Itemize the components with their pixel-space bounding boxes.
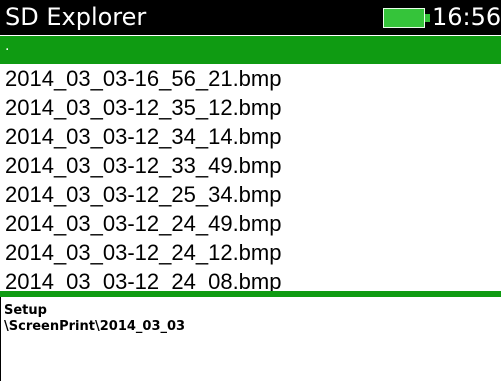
list-item[interactable]: 2014_03_03-12_35_12.bmp bbox=[0, 93, 501, 122]
list-item[interactable]: 2014_03_03-12_34_14.bmp bbox=[0, 122, 501, 151]
sd-explorer-screen: SD Explorer 16:56 . 2014_03_03-16_56_21.… bbox=[0, 0, 501, 381]
info-panel: Setup \ScreenPrint\2014_03_03 bbox=[4, 303, 494, 335]
title-bar: SD Explorer 16:56 bbox=[0, 0, 501, 35]
info-label: Setup bbox=[4, 303, 47, 318]
clock: 16:56 bbox=[432, 3, 501, 31]
list-item-parent-directory[interactable]: . bbox=[0, 36, 501, 64]
file-name: 2014_03_03-16_56_21.bmp bbox=[5, 66, 282, 91]
file-name: 2014_03_03-12_24_12.bmp bbox=[5, 240, 282, 265]
file-name: 2014_03_03-12_34_14.bmp bbox=[5, 124, 282, 149]
panel-border bbox=[0, 297, 1, 381]
file-name: 2014_03_03-12_35_12.bmp bbox=[5, 95, 282, 120]
list-item[interactable]: 2014_03_03-12_25_34.bmp bbox=[0, 180, 501, 209]
list-item-label: . bbox=[5, 37, 10, 54]
file-name: 2014_03_03-12_24_49.bmp bbox=[5, 211, 282, 236]
battery-tip bbox=[425, 14, 430, 22]
list-item[interactable]: 2014_03_03-12_33_49.bmp bbox=[0, 151, 501, 180]
battery-full-icon bbox=[383, 8, 432, 28]
current-path: \ScreenPrint\2014_03_03 bbox=[4, 319, 186, 334]
list-item[interactable]: 2014_03_03-12_24_12.bmp bbox=[0, 238, 501, 267]
file-name: 2014_03_03-12_25_34.bmp bbox=[5, 182, 282, 207]
list-item[interactable]: 2014_03_03-16_56_21.bmp bbox=[0, 64, 501, 93]
file-name: 2014_03_03-12_33_49.bmp bbox=[5, 153, 282, 178]
list-item[interactable]: 2014_03_03-12_24_49.bmp bbox=[0, 209, 501, 238]
divider bbox=[0, 291, 501, 297]
window-title: SD Explorer bbox=[5, 3, 147, 31]
battery-body bbox=[383, 8, 425, 28]
file-list: . 2014_03_03-16_56_21.bmp 2014_03_03-12_… bbox=[0, 36, 501, 296]
